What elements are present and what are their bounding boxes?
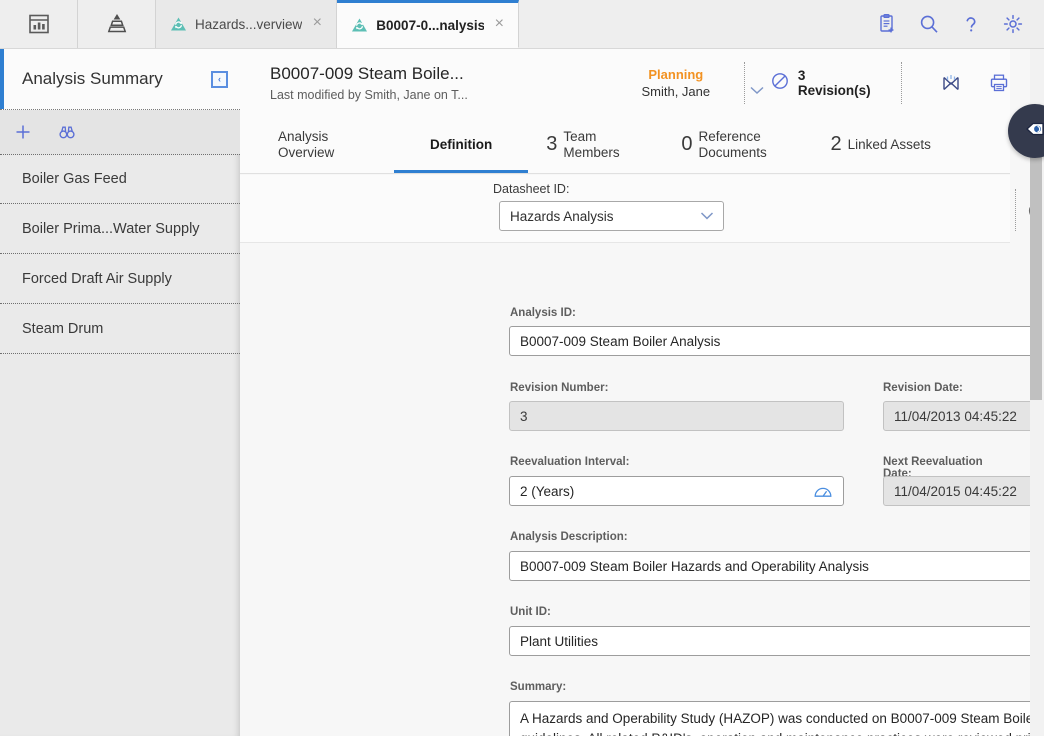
close-icon[interactable]: × [308, 15, 326, 33]
analysis-description-label: Analysis Description: [510, 531, 628, 543]
datasheet-row: Datasheet ID: Hazards Analysis [240, 175, 1044, 243]
sidebar-title: Analysis Summary [22, 69, 163, 88]
dashboard-icon [26, 11, 52, 37]
last-modified-text: Last modified by Smith, Jane on T... [270, 88, 468, 102]
tab-label: Team Members [563, 128, 620, 160]
left-sidebar: Analysis Summary ‹ Boiler Gas Feed Boile… [0, 49, 240, 736]
dashboard-icon-button[interactable] [0, 0, 78, 48]
pyramid-hierarchy-icon [103, 11, 131, 37]
close-icon[interactable]: × [490, 16, 508, 34]
header-actions [902, 72, 1010, 94]
record-header: B0007-009 Steam Boile... Last modified b… [240, 49, 1010, 117]
unit-id-label: Unit ID: [510, 606, 551, 618]
next-reevaluation-date-input: 11/04/2015 04:45:22 [883, 476, 1044, 506]
search-icon[interactable] [918, 13, 940, 35]
tab-label: Reference Documents [698, 128, 767, 160]
datasheet-id-label: Datasheet ID: [493, 182, 570, 196]
reevaluation-interval-label: Reevaluation Interval: [510, 456, 630, 468]
print-icon[interactable] [988, 72, 1010, 94]
app-tab-b0007-analysis[interactable]: B0007-0...nalysis × [337, 0, 520, 48]
revision-number-value: 3 [520, 408, 528, 424]
topbar-actions [876, 0, 1044, 48]
app-tab-label: B0007-0...nalysis [376, 17, 485, 33]
top-tab-bar: Hazards...verview × B0007-0...nalysis × [0, 0, 1044, 49]
sidebar-collapse-button[interactable]: ‹ [211, 70, 228, 88]
tab-analysis-overview[interactable]: Analysis Overview [250, 116, 392, 173]
sidebar-item-list: Boiler Gas Feed Boiler Prima...Water Sup… [0, 154, 240, 736]
sidebar-item-label: Boiler Gas Feed [22, 171, 127, 187]
sidebar-item-boiler-gas-feed[interactable]: Boiler Gas Feed [0, 154, 240, 204]
sidebar-item-label: Forced Draft Air Supply [22, 270, 172, 287]
chevron-down-icon[interactable] [748, 83, 766, 101]
revision-icon [771, 72, 789, 95]
sidebar-item-boiler-primary-water-supply[interactable]: Boiler Prima...Water Supply [0, 204, 240, 254]
sidebar-item-label: Steam Drum [22, 320, 104, 337]
next-reevaluation-date-value: 11/04/2015 04:45:22 [894, 483, 1017, 499]
sidebar-item-label: Boiler Prima...Water Supply [22, 220, 200, 237]
summary-textarea[interactable]: A Hazards and Operability Study (HAZOP) … [509, 701, 1044, 736]
application-window: Hazards...verview × B0007-0...nalysis × [0, 0, 1044, 736]
sidebar-item-steam-drum[interactable]: Steam Drum [0, 304, 240, 354]
datasheet-id-value: Hazards Analysis [510, 208, 614, 224]
tab-linked-assets[interactable]: 2 Linked Assets [801, 116, 961, 173]
datasheet-id-select[interactable]: Hazards Analysis [499, 201, 724, 231]
settings-gear-icon[interactable] [1002, 13, 1024, 35]
sidebar-header: Analysis Summary ‹ [0, 49, 240, 109]
summary-label: Summary: [510, 681, 567, 693]
tab-count: 2 [830, 133, 842, 155]
summary-value: A Hazards and Operability Study (HAZOP) … [520, 711, 1044, 736]
revision-date-value: 11/04/2013 04:45:22 [894, 408, 1017, 424]
analysis-description-input[interactable]: B0007-009 Steam Boiler Hazards and Opera… [509, 551, 1044, 581]
help-pointer-icon [1022, 118, 1044, 145]
tab-label: Definition [430, 136, 493, 152]
analysis-id-label: Analysis ID: [510, 307, 576, 319]
tab-count: 3 [546, 133, 558, 155]
revision-date-input: 11/04/2013 04:45:22 [883, 401, 1044, 431]
revision-number-label: Revision Number: [510, 382, 609, 394]
add-icon[interactable] [10, 119, 36, 145]
tab-count: 0 [681, 133, 693, 155]
state-label: Planning [648, 67, 704, 82]
app-tab-label: Hazards...verview [195, 16, 303, 32]
analysis-id-input[interactable]: B0007-009 Steam Boiler Analysis [509, 326, 1044, 356]
reevaluation-interval-value: 2 (Years) [520, 483, 575, 499]
app-tab-hazards-overview[interactable]: Hazards...verview × [156, 0, 338, 48]
record-title-block: B0007-009 Steam Boile... Last modified b… [240, 64, 608, 102]
help-fab-button[interactable] [1008, 104, 1044, 158]
analysis-id-value: B0007-009 Steam Boiler Analysis [520, 333, 721, 349]
state-user: Smith, Jane [641, 84, 711, 99]
main-content: B0007-009 Steam Boile... Last modified b… [240, 49, 1044, 736]
unit-id-value: Plant Utilities [520, 633, 599, 649]
chevron-down-icon [699, 209, 715, 224]
reference-tools-icon[interactable] [940, 72, 962, 94]
revisions-label: 3 Revision(s) [797, 68, 871, 98]
tab-reference-documents[interactable]: 0 Reference Documents [665, 116, 800, 173]
revision-number-input: 3 [509, 401, 844, 431]
revisions-button[interactable]: 3 Revision(s) [745, 68, 901, 98]
page-title: B0007-009 Steam Boile... [270, 64, 464, 83]
definition-form: Analysis ID: B0007-009 Steam Boiler Anal… [240, 243, 1044, 736]
unit-id-input[interactable]: Plant Utilities [509, 626, 1044, 656]
help-icon[interactable] [960, 13, 982, 35]
tab-definition[interactable]: Definition [392, 116, 530, 173]
tab-label: Linked Assets [847, 136, 931, 152]
tab-label: Analysis Overview [278, 128, 335, 160]
sidebar-item-forced-draft-air-supply[interactable]: Forced Draft Air Supply [0, 254, 240, 304]
gauge-icon[interactable] [813, 484, 833, 499]
hazards-analysis-icon [351, 17, 368, 33]
binoculars-icon[interactable] [54, 119, 80, 145]
datasheet-divider-1 [1015, 189, 1016, 231]
hierarchy-icon-button[interactable] [78, 0, 156, 48]
new-document-icon[interactable] [876, 13, 898, 35]
revision-date-label: Revision Date: [883, 382, 963, 394]
hazards-analysis-icon [170, 16, 187, 32]
sidebar-toolbar [0, 110, 240, 154]
workflow-state[interactable]: Planning Smith, Jane [608, 67, 764, 99]
record-tabs: Analysis Overview Definition 3 Team Memb… [240, 117, 1010, 174]
analysis-description-value: B0007-009 Steam Boiler Hazards and Opera… [520, 558, 869, 574]
reevaluation-interval-input[interactable]: 2 (Years) [509, 476, 844, 506]
tab-team-members[interactable]: 3 Team Members [530, 116, 665, 173]
